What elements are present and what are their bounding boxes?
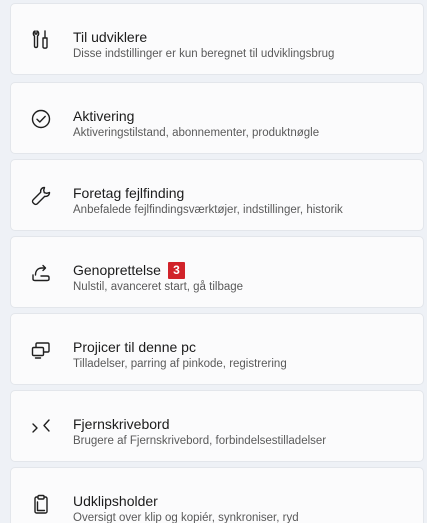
settings-item-title: Til udviklere xyxy=(73,29,148,45)
settings-item-troubleshoot[interactable]: Foretag fejlfinding Anbefalede fejlfindi… xyxy=(10,159,424,231)
settings-item-title: Fjernskrivebord xyxy=(73,416,170,432)
tools-icon xyxy=(30,29,52,51)
callout-number-badge: 3 xyxy=(167,261,185,279)
remote-desktop-icon xyxy=(30,416,52,438)
settings-item-subtitle: Anbefalede fejlfindingsværktøjer, indsti… xyxy=(73,204,343,216)
settings-item-title: Aktivering xyxy=(73,108,135,124)
clipboard-icon xyxy=(30,493,52,515)
project-to-pc-icon xyxy=(30,339,52,361)
settings-item-developers[interactable]: Til udviklere Disse indstillinger er kun… xyxy=(10,3,424,75)
recovery-icon xyxy=(30,262,52,284)
settings-list: Til udviklere Disse indstillinger er kun… xyxy=(0,0,427,523)
settings-item-project-to-pc[interactable]: Projicer til denne pc Tilladelser, parri… xyxy=(10,313,424,385)
settings-item-subtitle: Disse indstillinger er kun beregnet til … xyxy=(73,48,335,60)
settings-item-recovery[interactable]: Genoprettelse 3 Nulstil, avanceret start… xyxy=(10,236,424,308)
settings-item-subtitle: Aktiveringstilstand, abonnementer, produ… xyxy=(73,127,320,139)
settings-item-subtitle: Oversigt over klip og kopiér, synkronise… xyxy=(73,512,299,523)
check-circle-icon xyxy=(30,108,52,130)
settings-item-title: Genoprettelse xyxy=(73,262,161,278)
settings-item-subtitle: Nulstil, avanceret start, gå tilbage xyxy=(73,281,244,293)
settings-item-subtitle: Tilladelser, parring af pinkode, registr… xyxy=(73,358,287,370)
settings-item-remote-desktop[interactable]: Fjernskrivebord Brugere af Fjernskrivebo… xyxy=(10,390,424,462)
settings-item-subtitle: Brugere af Fjernskrivebord, forbindelses… xyxy=(73,435,327,447)
settings-item-title: Foretag fejlfinding xyxy=(73,185,185,201)
wrench-icon xyxy=(30,185,52,207)
settings-item-title: Udklipsholder xyxy=(73,493,158,509)
settings-item-clipboard[interactable]: Udklipsholder Oversigt over klip og kopi… xyxy=(10,467,424,523)
settings-item-title: Projicer til denne pc xyxy=(73,339,196,355)
settings-item-activation[interactable]: Aktivering Aktiveringstilstand, abonneme… xyxy=(10,82,424,154)
